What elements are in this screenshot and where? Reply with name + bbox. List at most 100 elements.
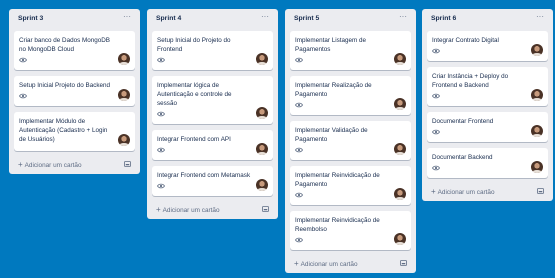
member-avatar[interactable] [394,53,406,65]
member-avatar[interactable] [118,134,130,146]
list-header: Sprint 4 ··· [152,9,273,31]
card-badges [295,57,389,65]
member-avatar[interactable] [394,98,406,110]
list-menu-button[interactable]: ··· [536,12,544,21]
list-title: Sprint 6 [431,15,457,22]
card[interactable]: Implementar Realização de Pagamento [290,76,411,115]
card-title: Implementar lógica de Autenticação e con… [157,82,232,107]
list-menu-button[interactable]: ··· [261,12,269,21]
watch-eye-icon [295,192,303,198]
watch-eye-icon [432,48,440,54]
watch-eye-icon [295,237,303,243]
card-title: Implementar Reinvidicação de Reembolso [295,217,380,233]
card[interactable]: Implementar Módulo de Autenticação (Cada… [14,112,135,151]
list-menu-button[interactable]: ··· [123,12,131,21]
card-badges [157,147,251,155]
card-template-icon[interactable] [400,260,407,266]
card[interactable]: Implementar lógica de Autenticação e con… [152,76,273,124]
card-badges [157,183,251,191]
add-card-button[interactable]: + Adicionar um cartão [152,201,273,219]
plus-icon: + [156,205,161,214]
add-card-button[interactable]: + Adicionar um cartão [14,156,135,174]
member-avatar[interactable] [256,143,268,155]
member-avatar[interactable] [256,179,268,191]
card-title: Integrar Contrato Digital [432,37,499,44]
card-title: Integrar Frontend com API [157,136,231,143]
list-header: Sprint 6 ··· [427,9,548,31]
card[interactable]: Criar banco de Dados MongoDB no MongoDB … [14,31,135,70]
add-card-button[interactable]: + Adicionar um cartão [290,255,411,273]
watch-eye-icon [157,57,165,63]
card[interactable]: Integrar Frontend com API [152,130,273,160]
card-title: Implementar Realização de Pagamento [295,82,372,98]
list-header: Sprint 3 ··· [14,9,135,31]
card[interactable]: Implementar Reinvidicação de Reembolso [290,211,411,250]
add-card-label: + Adicionar um cartão [18,160,82,169]
card[interactable]: Criar Instância + Deploy do Frontend e B… [427,67,548,106]
member-avatar[interactable] [531,44,543,56]
card-badges [295,147,389,155]
card-title: Documentar Frontend [432,118,494,125]
card-title: Integrar Frontend com Metamask [157,172,251,179]
list-sprint-4: Sprint 4 ··· Setup Inicial do Projeto do F… [147,9,278,219]
watch-eye-icon [432,165,440,171]
card-title: Criar Instância + Deploy do Frontend e B… [432,73,509,89]
member-avatar[interactable] [531,161,543,173]
watch-eye-icon [157,183,165,189]
card-title: Implementar Reinvidicação de Pagamento [295,172,380,188]
watch-eye-icon [432,129,440,135]
member-avatar[interactable] [394,188,406,200]
plus-icon: + [431,187,436,196]
card[interactable]: Implementar Reinvidicação de Pagamento [290,166,411,205]
add-card-text: Adicionar um cartão [300,261,358,268]
watch-eye-icon [295,102,303,108]
list-sprint-3: Sprint 3 ··· Criar banco de Dados MongoDB … [9,9,140,174]
card[interactable]: Implementar Validação de Pagamento [290,121,411,160]
card-badges [432,93,526,101]
member-avatar[interactable] [256,53,268,65]
card-badges [157,57,251,65]
watch-eye-icon [432,93,440,99]
member-avatar[interactable] [118,89,130,101]
watch-eye-icon [19,93,27,99]
member-avatar[interactable] [118,53,130,65]
watch-eye-icon [295,147,303,153]
card[interactable]: Integrar Contrato Digital [427,31,548,61]
list-sprint-6: Sprint 6 ··· Integrar Contrato Digital Cria… [422,9,553,201]
plus-icon: + [294,259,299,268]
card-badges [432,48,526,56]
card-template-icon[interactable] [537,188,544,194]
member-avatar[interactable] [394,233,406,245]
member-avatar[interactable] [256,107,268,119]
card[interactable]: Documentar Frontend [427,112,548,142]
card-badges [295,102,389,110]
card[interactable]: Setup Inicial do Projeto do Frontend [152,31,273,70]
member-avatar[interactable] [394,143,406,155]
card[interactable]: Setup Inicial Projeto do Backend [14,76,135,106]
card-template-icon[interactable] [262,206,269,212]
card-badges [19,57,113,65]
watch-eye-icon [295,57,303,63]
card-badges [432,129,526,137]
card-badges [432,165,526,173]
card-badges [295,237,389,245]
plus-icon: + [18,160,23,169]
list-sprint-5: Sprint 5 ··· Implementar Listagem de Pagam… [285,9,416,273]
card-badges [19,93,113,101]
add-card-button[interactable]: + Adicionar um cartão [427,183,548,201]
member-avatar[interactable] [531,125,543,137]
card[interactable]: Implementar Listagem de Pagamentos [290,31,411,70]
card-template-icon[interactable] [124,161,131,167]
add-card-label: + Adicionar um cartão [294,259,358,268]
board: Sprint 3 ··· Criar banco de Dados MongoDB … [0,0,555,278]
card-badges [157,111,251,119]
member-avatar[interactable] [531,89,543,101]
card[interactable]: Integrar Frontend com Metamask [152,166,273,196]
card-badges [295,192,389,200]
card[interactable]: Documentar Backend [427,148,548,178]
card-title: Implementar Módulo de Autenticação (Cada… [19,118,108,143]
add-card-text: Adicionar um cartão [437,189,495,196]
add-card-label: + Adicionar um cartão [431,187,495,196]
list-title: Sprint 4 [156,15,182,22]
list-menu-button[interactable]: ··· [399,12,407,21]
